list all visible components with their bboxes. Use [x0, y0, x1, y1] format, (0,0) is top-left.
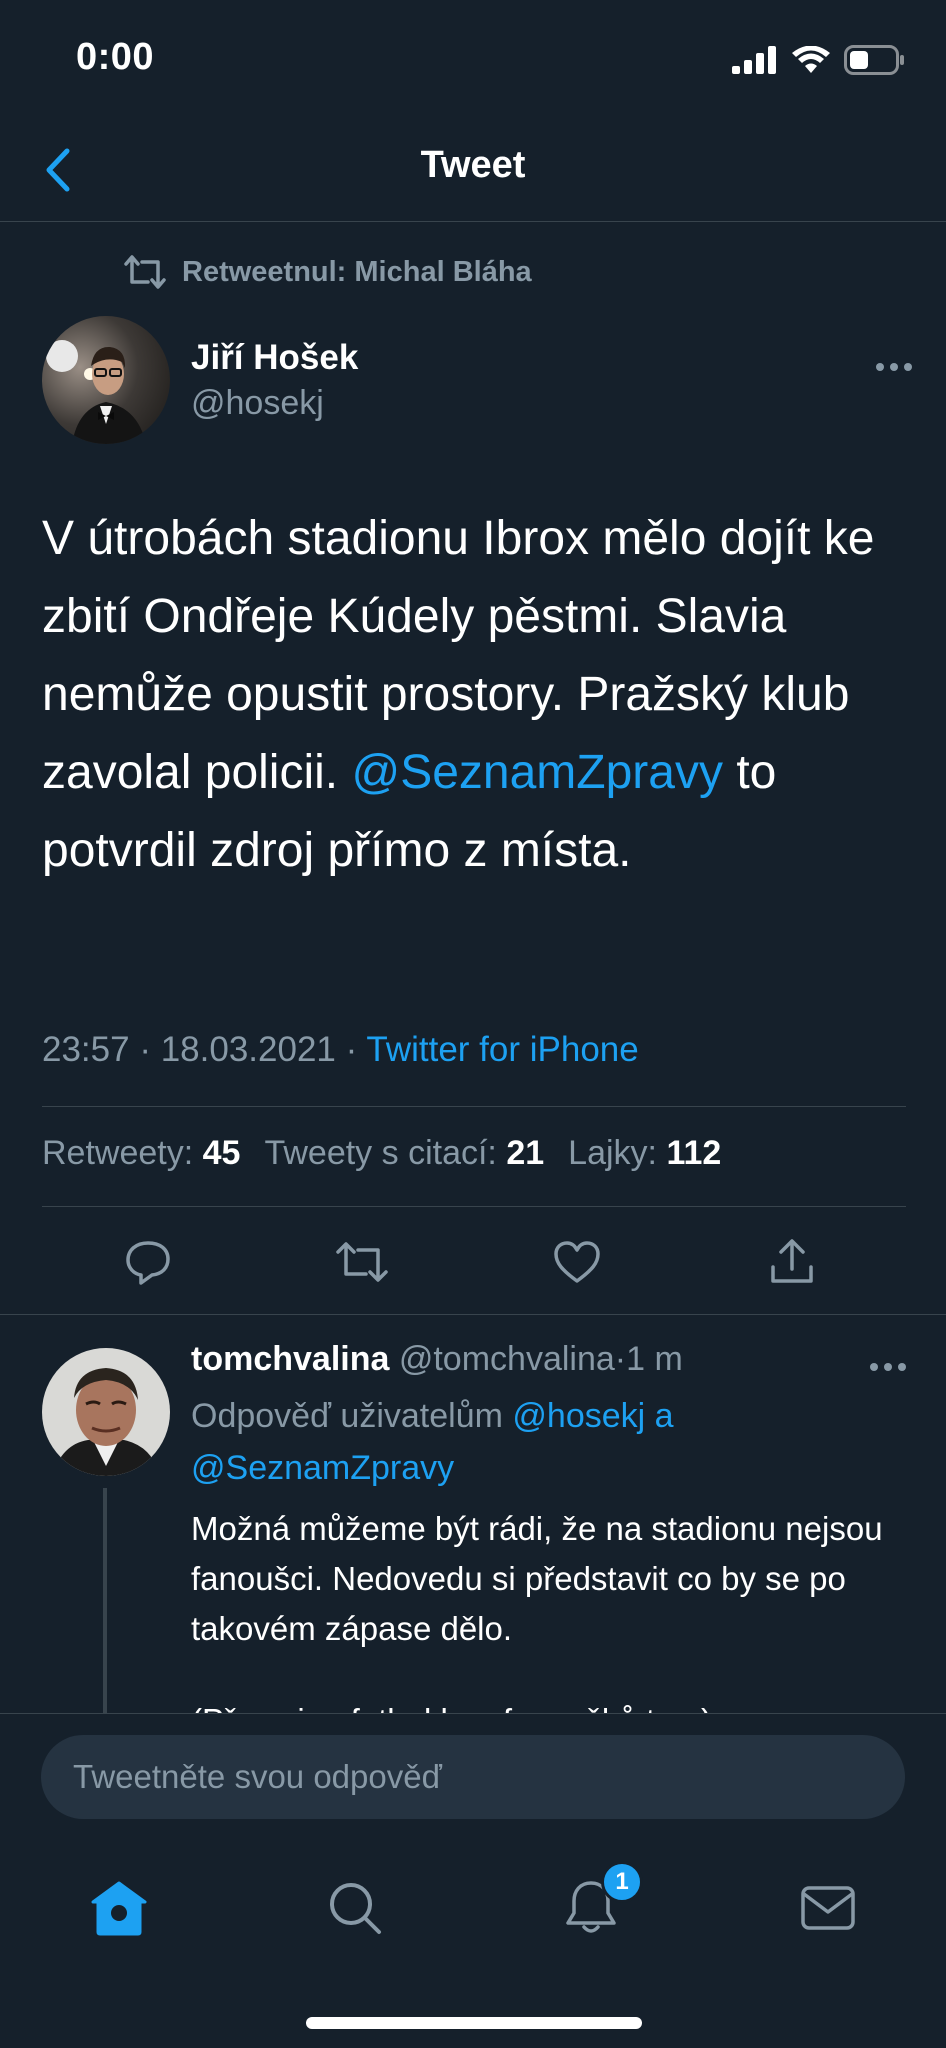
retweet-icon: [336, 1242, 388, 1282]
avatar[interactable]: [42, 316, 170, 444]
home-indicator[interactable]: [306, 2017, 642, 2029]
replying-to: Odpověď uživatelům @hosekj a @SeznamZpra…: [191, 1397, 674, 1487]
retweet-context[interactable]: Retweetnul: Michal Bláha: [122, 254, 532, 290]
header: Tweet: [0, 118, 946, 222]
avatar-image: [42, 316, 170, 444]
divider: [0, 1314, 946, 1315]
page-title: Tweet: [420, 144, 526, 186]
wifi-icon: [792, 46, 830, 73]
heart-icon: [554, 1241, 600, 1283]
more-options-icon[interactable]: [870, 1346, 906, 1380]
tab-search[interactable]: [320, 1873, 390, 1943]
retweet-icon: [124, 255, 166, 289]
meta-separator: ·: [345, 1030, 358, 1069]
reply-text: Možná můžeme být rádi, že na stadionu ne…: [191, 1510, 883, 1647]
tweet-text: V útrobách stadionu Ibrox mělo dojít ke …: [42, 500, 922, 890]
divider: [42, 1206, 906, 1207]
like-button[interactable]: [549, 1234, 605, 1290]
meta-separator: ·: [139, 1030, 151, 1069]
retweets-count: 45: [202, 1134, 241, 1172]
status-icons: [732, 40, 906, 80]
tweet-stats: Retweety: 45 Tweety s citací: 21 Lajky: …: [42, 1134, 721, 1173]
mention-link[interactable]: @hosekj: [512, 1397, 645, 1435]
reply-header: tomchvalina @tomchvalina·1 m: [191, 1340, 683, 1378]
reply-author-name[interactable]: tomchvalina: [191, 1340, 389, 1378]
avatar[interactable]: [42, 1348, 170, 1476]
status-time: 0:00: [76, 36, 155, 78]
quotes-count: 21: [506, 1134, 545, 1172]
quotes-stat[interactable]: Tweety s citací: 21: [264, 1134, 544, 1173]
mention-link[interactable]: @SeznamZpravy: [351, 746, 723, 799]
retweets-stat[interactable]: Retweety: 45: [42, 1134, 240, 1173]
cellular-signal-icon: [732, 46, 776, 74]
share-button[interactable]: [764, 1234, 820, 1290]
mention-link[interactable]: @SeznamZpravy: [191, 1449, 454, 1487]
reply-button[interactable]: [120, 1234, 176, 1290]
reply-icon: [126, 1241, 170, 1285]
tweet-meta: 23:57 · 18.03.2021 · Twitter for iPhone: [42, 1030, 639, 1070]
likes-stat[interactable]: Lajky: 112: [568, 1134, 721, 1173]
retweet-button[interactable]: [334, 1234, 390, 1290]
share-icon: [771, 1239, 813, 1283]
notifications-badge: 1: [601, 1861, 643, 1903]
reply-input[interactable]: Tweetněte svou odpověď: [41, 1735, 905, 1819]
tweet-time: 23:57: [42, 1030, 130, 1069]
reply-author-handle[interactable]: @tomchvalina: [399, 1340, 615, 1378]
compose-bar: Tweetněte svou odpověď: [0, 1713, 946, 1835]
tweet-author: Jiří Hošek @hosekj: [42, 316, 912, 446]
reply-age: 1 m: [626, 1340, 683, 1378]
tweet-actions: [0, 1222, 946, 1302]
home-icon: [91, 1881, 147, 1936]
divider: [42, 1106, 906, 1107]
author-name[interactable]: Jiří Hošek: [191, 338, 358, 378]
retweet-context-text: Retweetnul: Michal Bláha: [182, 255, 532, 288]
status-bar: 0:00: [0, 0, 946, 118]
likes-count: 112: [666, 1134, 722, 1172]
author-handle[interactable]: @hosekj: [191, 384, 324, 423]
avatar-image: [42, 1348, 170, 1476]
tweet-date: 18.03.2021: [160, 1030, 336, 1069]
reply-tweet[interactable]: tomchvalina @tomchvalina·1 m Odpověď uži…: [0, 1318, 946, 1713]
battery-icon: [844, 45, 904, 75]
reply-text-continued: (Přece jen fotbal bez fanoušků to...): [191, 1696, 911, 1713]
mail-icon: [801, 1886, 855, 1930]
thread-line: [103, 1488, 107, 1713]
tab-messages[interactable]: [793, 1873, 863, 1943]
more-options-icon[interactable]: [876, 346, 912, 380]
search-icon: [330, 1883, 381, 1934]
tab-home[interactable]: [84, 1873, 154, 1943]
tab-bar: 1: [0, 1835, 946, 2048]
tweet-source-link[interactable]: Twitter for iPhone: [366, 1030, 638, 1069]
